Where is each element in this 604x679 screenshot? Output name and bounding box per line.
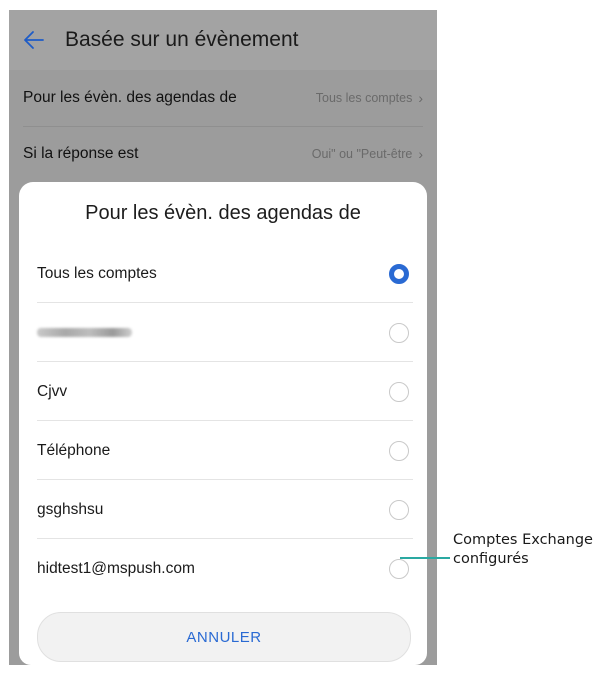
dialog-title: Pour les évèn. des agendas de: [85, 201, 361, 224]
setting-value: Tous les comptes ›: [316, 90, 423, 106]
setting-label: Si la réponse est: [23, 145, 139, 162]
option-label: hidtest1@mspush.com: [37, 559, 195, 577]
arrow-left-icon: [24, 31, 44, 49]
setting-value-text: Oui" ou "Peut-être: [311, 147, 413, 161]
option-hidtest1[interactable]: hidtest1@mspush.com: [37, 538, 413, 598]
option-all-accounts[interactable]: Tous les comptes: [37, 244, 413, 303]
option-cjvv[interactable]: Cjvv: [37, 361, 413, 421]
setting-response[interactable]: Si la réponse est Oui" ou "Peut-être ›: [23, 126, 423, 182]
option-telephone[interactable]: Téléphone: [37, 420, 413, 480]
callout-line2: configurés: [453, 551, 529, 567]
option-label: Tous les comptes: [37, 264, 157, 282]
chevron-right-icon: ›: [418, 146, 423, 162]
phone-screen: Basée sur un évènement Pour les évèn. de…: [9, 10, 437, 665]
redacted-label: [37, 328, 132, 337]
option-label: Téléphone: [37, 441, 111, 459]
radio-checked-icon[interactable]: [389, 263, 409, 284]
option-label: Cjvv: [37, 382, 68, 400]
account-picker-dialog: Pour les évèn. des agendas de Tous les c…: [19, 182, 427, 665]
app-bar: Basée sur un évènement: [9, 10, 437, 70]
cancel-button[interactable]: ANNULER: [37, 612, 411, 662]
back-button[interactable]: [9, 10, 59, 70]
option-label: gsghshsu: [37, 500, 104, 518]
option-redacted-account[interactable]: [37, 302, 413, 362]
callout-annotation: Comptes Exchange configurés: [453, 531, 603, 569]
setting-value-text: Tous les comptes: [315, 91, 413, 105]
option-gsghshsu[interactable]: gsghshsu: [37, 479, 413, 539]
setting-value: Oui" ou "Peut-être ›: [312, 146, 423, 162]
chevron-right-icon: ›: [418, 90, 423, 106]
callout-line: [400, 557, 450, 559]
radio-unchecked-icon[interactable]: [389, 322, 409, 343]
callout-line1: Comptes Exchange: [453, 532, 593, 548]
setting-calendar-events[interactable]: Pour les évèn. des agendas de Tous les c…: [23, 70, 423, 127]
setting-label: Pour les évèn. des agendas de: [23, 89, 237, 106]
radio-unchecked-icon[interactable]: [389, 499, 409, 520]
radio-unchecked-icon[interactable]: [389, 381, 409, 402]
page-title: Basée sur un évènement: [65, 28, 299, 51]
radio-unchecked-icon[interactable]: [389, 440, 409, 461]
radio-unchecked-icon[interactable]: [389, 558, 409, 579]
